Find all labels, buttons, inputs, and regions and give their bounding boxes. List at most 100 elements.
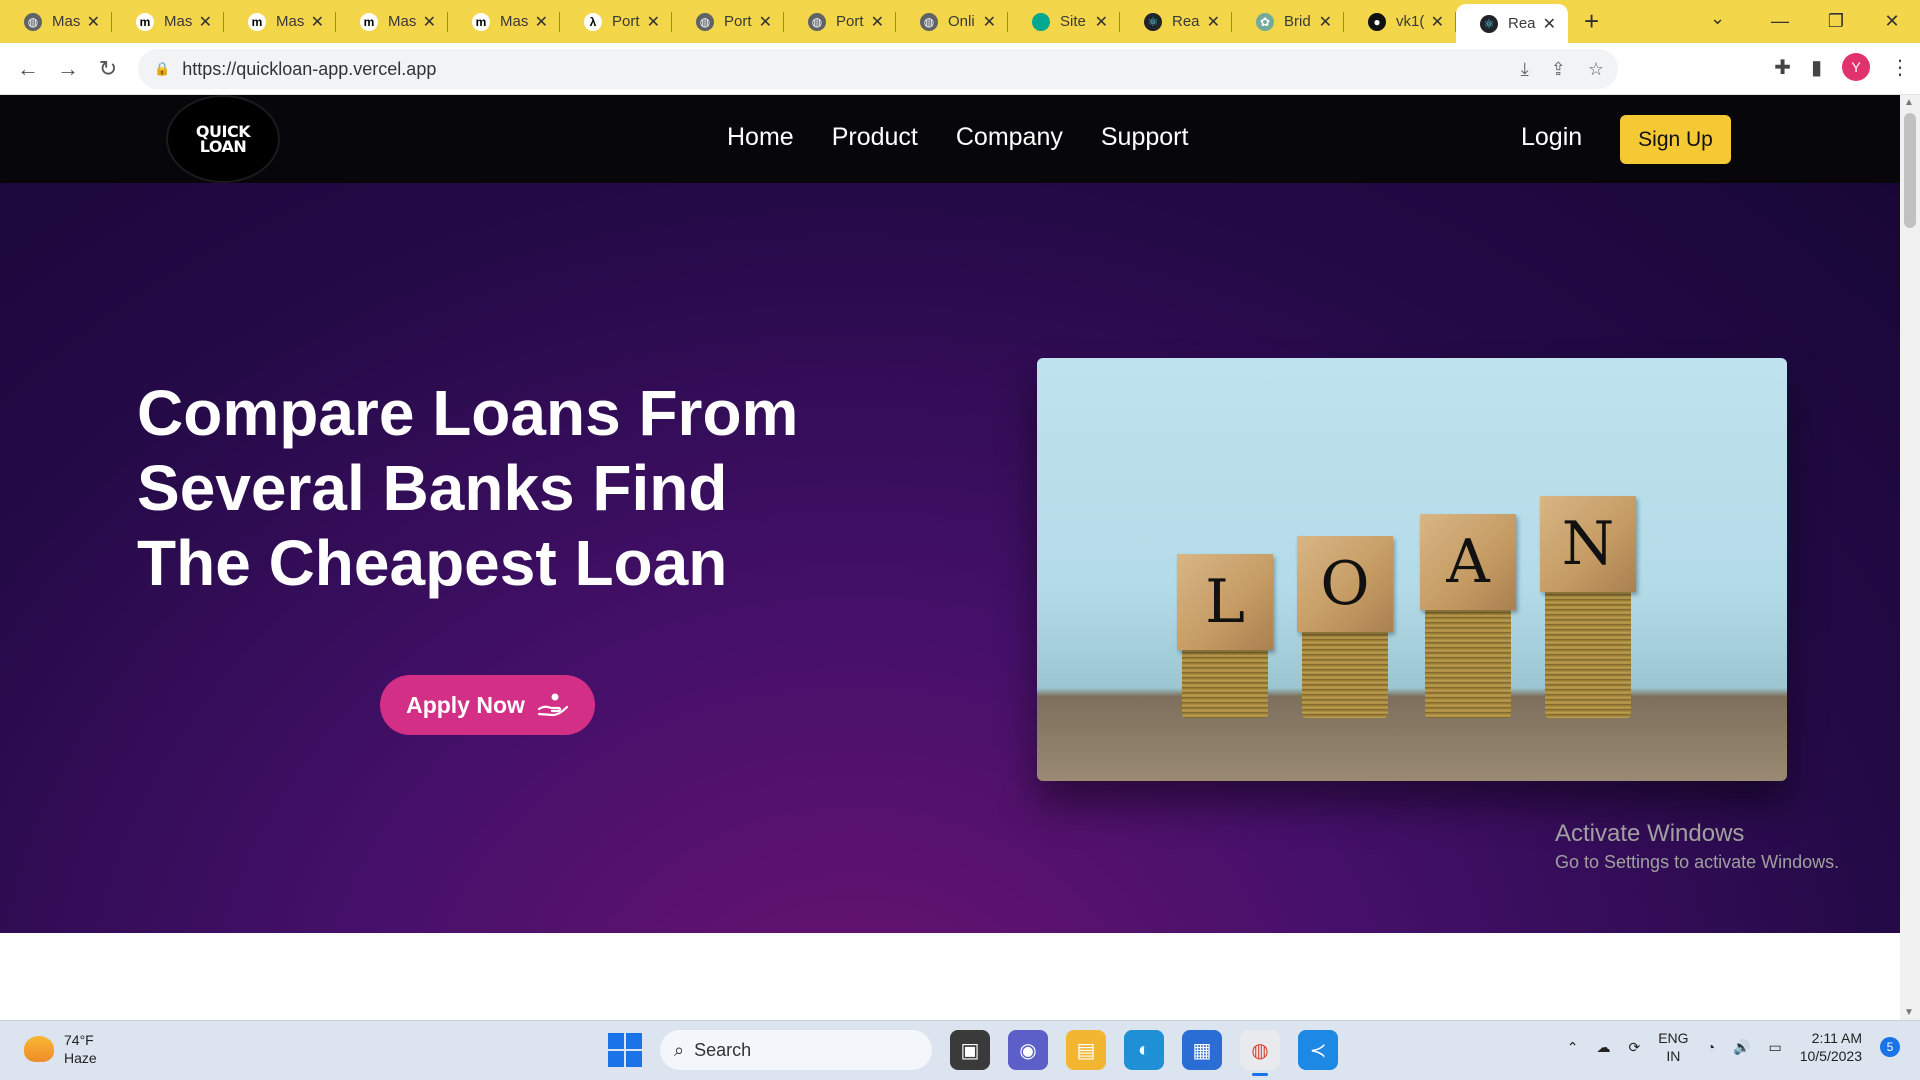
install-app-icon[interactable]: ⤓ xyxy=(1521,59,1529,80)
taskbar-search[interactable]: ⌕ Search xyxy=(660,1030,932,1070)
tab-title: Mas xyxy=(164,13,193,30)
loan-coins-image: L O A N xyxy=(1037,358,1787,781)
nav-company[interactable]: Company xyxy=(956,123,1063,152)
windows-taskbar: 74°F Haze ⌕ Search ▣ ◉ ▤ ◐ ▦ ◍ ≺ ⌃ ☁ ⟳ E… xyxy=(0,1020,1920,1080)
browser-tab[interactable]: m Mas ✕ xyxy=(448,0,560,43)
weather-widget[interactable]: 74°F Haze xyxy=(24,1031,97,1067)
watermark-title: Activate Windows xyxy=(1555,820,1745,847)
vscode-icon[interactable]: ≺ xyxy=(1298,1030,1338,1070)
hand-coin-icon xyxy=(537,693,569,717)
microsoft-store-icon[interactable]: ▦ xyxy=(1182,1030,1222,1070)
back-icon[interactable]: ← xyxy=(8,56,48,82)
browser-tab[interactable]: ● vk1(✕ xyxy=(1344,0,1456,43)
profile-avatar[interactable]: Y xyxy=(1842,53,1870,81)
battery-icon[interactable]: ▭ xyxy=(1768,1039,1781,1056)
bookmark-star-icon[interactable]: ☆ xyxy=(1588,59,1604,80)
browser-tab[interactable]: ◆ Site ✕ xyxy=(1008,0,1120,43)
extensions-icon[interactable]: ✚ xyxy=(1774,55,1791,80)
scroll-up-arrow-icon[interactable]: ▲ xyxy=(1904,97,1914,108)
nav-support[interactable]: Support xyxy=(1101,123,1189,152)
apply-now-button[interactable]: Apply Now xyxy=(380,675,595,735)
tab-close-icon[interactable]: ✕ xyxy=(423,12,436,32)
windows-start-icon[interactable] xyxy=(608,1033,642,1067)
sign-up-button[interactable]: Sign Up xyxy=(1620,115,1731,164)
forward-icon[interactable]: → xyxy=(48,56,88,82)
minimize-icon[interactable]: — xyxy=(1752,11,1808,32)
watermark-subtitle: Go to Settings to activate Windows. xyxy=(1555,852,1840,872)
browser-tab[interactable]: ✿ Brid ✕ xyxy=(1232,0,1344,43)
nav-product[interactable]: Product xyxy=(832,123,918,152)
volume-icon[interactable]: 🔊 xyxy=(1733,1039,1750,1056)
globe-icon: ◍ xyxy=(24,12,42,31)
teams-icon[interactable]: ◉ xyxy=(1008,1030,1048,1070)
close-window-icon[interactable]: ✕ xyxy=(1864,11,1920,32)
show-hidden-icons-icon[interactable]: ⌃ xyxy=(1567,1039,1579,1056)
quickloan-logo[interactable]: QUICK LOAN xyxy=(166,95,280,183)
browser-tab[interactable]: ⚛ Rea ✕ xyxy=(1120,0,1232,43)
notification-badge[interactable]: 5 xyxy=(1880,1037,1900,1057)
browser-tab[interactable]: ⚛ Rea ✕ xyxy=(1456,4,1568,43)
browser-tab[interactable]: λ Port ✕ xyxy=(560,0,672,43)
tab-title: Mas xyxy=(500,13,529,30)
sync-icon[interactable]: ⟳ xyxy=(1628,1039,1640,1056)
reload-icon[interactable]: ↻ xyxy=(88,56,128,82)
letter-block-l: L xyxy=(1177,554,1273,650)
tab-close-icon[interactable]: ✕ xyxy=(1095,12,1108,32)
browser-menu-icon[interactable]: ⋮ xyxy=(1890,55,1910,80)
browser-tab[interactable]: ◍ Onli ✕ xyxy=(896,0,1008,43)
hero-title: Compare Loans From Several Banks Find Th… xyxy=(137,377,799,599)
login-link[interactable]: Login xyxy=(1521,123,1582,152)
tab-search-icon[interactable]: ⌄ xyxy=(1710,8,1725,29)
tab-title: Brid xyxy=(1284,13,1311,30)
browser-tab[interactable]: m Mas ✕ xyxy=(224,0,336,43)
address-bar[interactable]: 🔒 https://quickloan-app.vercel.app ⤓ ⇪ ☆ xyxy=(138,49,1618,89)
tab-title: Rea xyxy=(1508,15,1536,32)
tab-close-icon[interactable]: ✕ xyxy=(311,12,324,32)
scroll-down-arrow-icon[interactable]: ▼ xyxy=(1904,1007,1914,1018)
browser-tab[interactable]: m Mas ✕ xyxy=(112,0,224,43)
letter-block-o: O xyxy=(1297,536,1393,632)
site-navbar: QUICK LOAN Home Product Company Support … xyxy=(0,95,1900,183)
share-icon[interactable]: ⇪ xyxy=(1551,59,1566,80)
new-tab-plus-icon[interactable]: + xyxy=(1584,6,1599,37)
tab-close-icon[interactable]: ✕ xyxy=(199,12,212,32)
react-icon: ⚛ xyxy=(1144,12,1162,31)
diamond-icon: ◆ xyxy=(1032,12,1050,31)
file-explorer-icon[interactable]: ▤ xyxy=(1066,1030,1106,1070)
browser-tab[interactable]: ◍ Port ✕ xyxy=(672,0,784,43)
tab-title: Mas xyxy=(52,13,81,30)
globe-icon: ◍ xyxy=(696,12,714,31)
tab-close-icon[interactable]: ✕ xyxy=(535,12,548,32)
tab-close-icon[interactable]: ✕ xyxy=(87,12,100,32)
tab-close-icon[interactable]: ✕ xyxy=(1543,14,1556,34)
tab-close-icon[interactable]: ✕ xyxy=(1319,12,1332,32)
tab-title: Port xyxy=(724,13,752,30)
clock[interactable]: 2:11 AM 10/5/2023 xyxy=(1800,1029,1862,1065)
nav-home[interactable]: Home xyxy=(727,123,794,152)
medium-icon: m xyxy=(360,12,378,31)
tab-close-icon[interactable]: ✕ xyxy=(759,12,772,32)
side-panel-icon[interactable]: ▮ xyxy=(1811,55,1822,80)
url-text[interactable]: https://quickloan-app.vercel.app xyxy=(182,59,436,80)
browser-tab[interactable]: ◍ Mas ✕ xyxy=(0,0,112,43)
lang-region: IN xyxy=(1666,1048,1681,1064)
language-indicator[interactable]: ENG IN xyxy=(1658,1029,1688,1065)
chrome-icon[interactable]: ◍ xyxy=(1240,1030,1280,1076)
browser-tab[interactable]: m Mas ✕ xyxy=(336,0,448,43)
clock-time: 2:11 AM xyxy=(1811,1030,1862,1046)
wifi-icon[interactable]: ◔ xyxy=(1707,1039,1715,1055)
tab-close-icon[interactable]: ✕ xyxy=(871,12,884,32)
edge-icon[interactable]: ◐ xyxy=(1124,1030,1164,1070)
restore-icon[interactable]: ❐ xyxy=(1808,11,1864,32)
scroll-thumb[interactable] xyxy=(1904,113,1916,228)
tab-close-icon[interactable]: ✕ xyxy=(647,12,660,32)
main-menu: Home Product Company Support xyxy=(727,123,1188,152)
tab-close-icon[interactable]: ✕ xyxy=(1431,12,1444,32)
tab-close-icon[interactable]: ✕ xyxy=(1207,12,1220,32)
page-scrollbar[interactable]: ▲ ▼ xyxy=(1900,95,1920,1020)
lock-icon[interactable]: 🔒 xyxy=(154,61,170,77)
tab-close-icon[interactable]: ✕ xyxy=(983,12,996,32)
onedrive-icon[interactable]: ☁ xyxy=(1596,1039,1610,1056)
task-view-icon[interactable]: ▣ xyxy=(950,1030,990,1070)
browser-tab[interactable]: ◍ Port ✕ xyxy=(784,0,896,43)
